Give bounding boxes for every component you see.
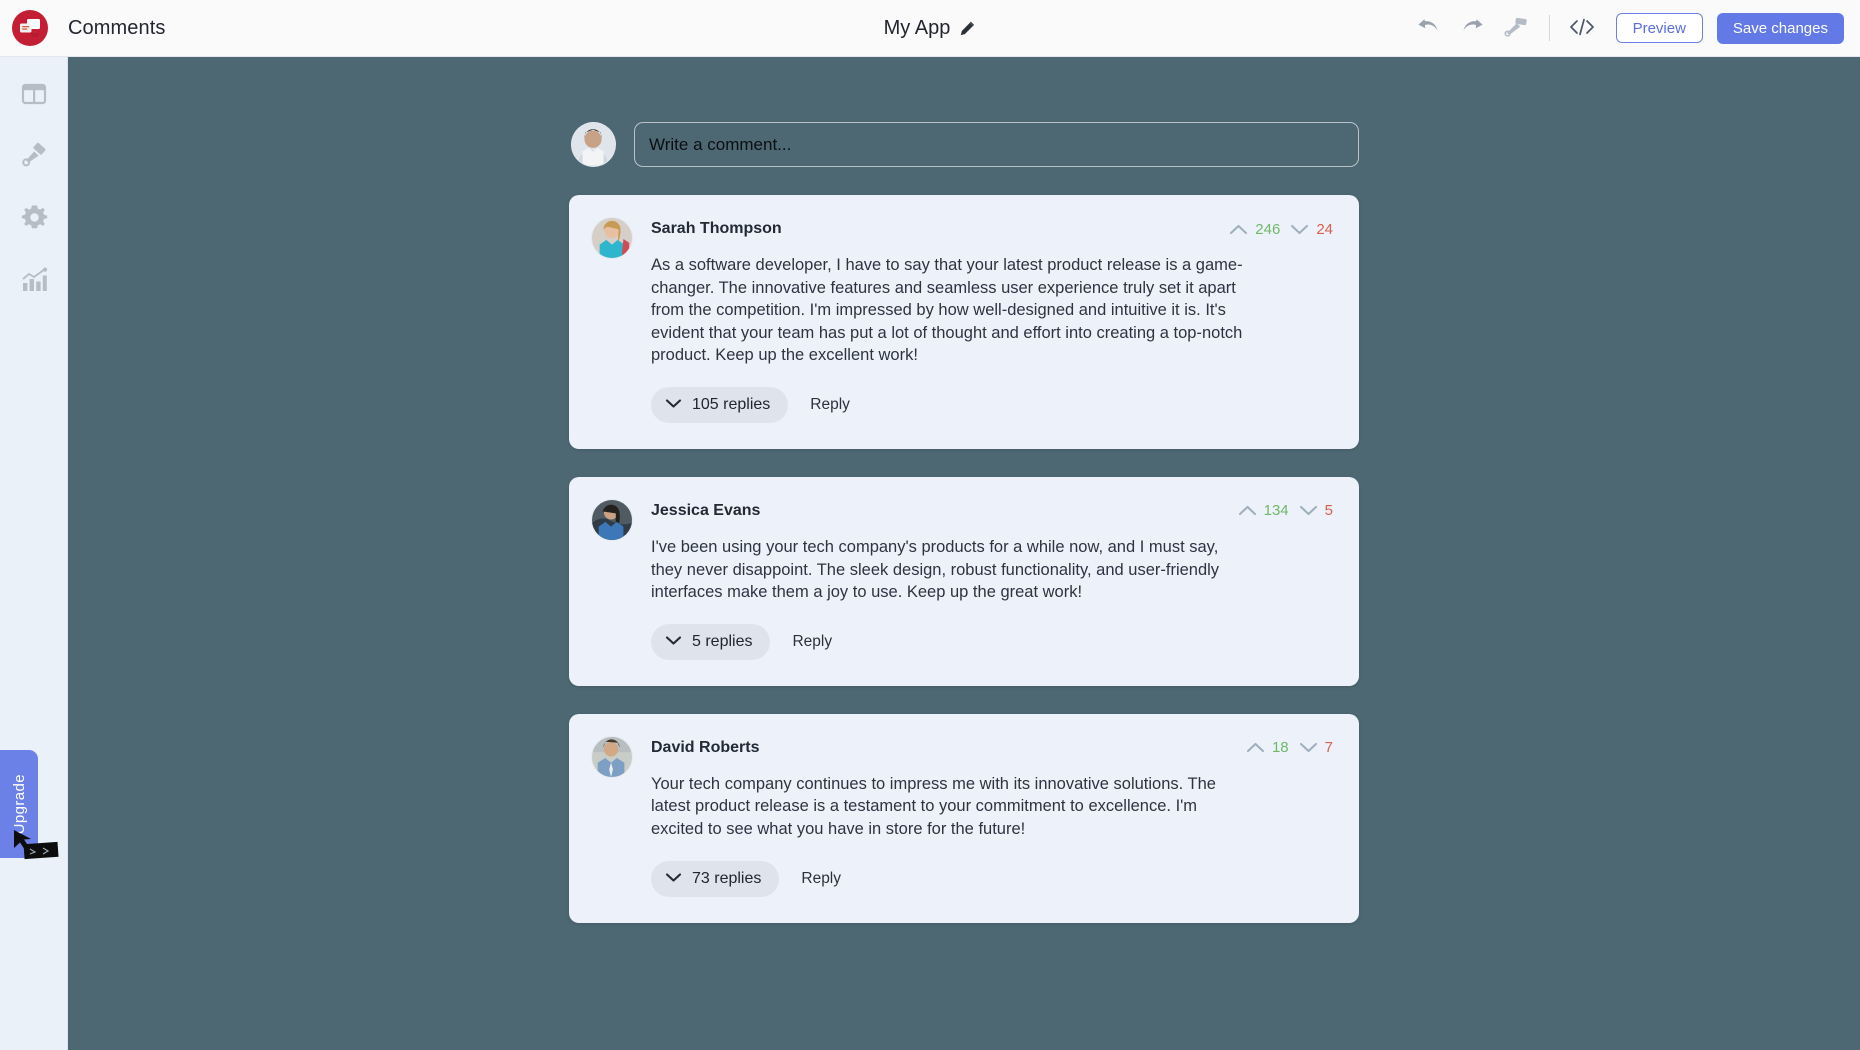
code-view-button[interactable] [1560, 8, 1604, 48]
replies-count-label: 73 replies [692, 869, 762, 887]
comment-text: I've been using your tech company's prod… [651, 537, 1220, 602]
downvote-count: 5 [1324, 502, 1333, 520]
upvote-count: 246 [1255, 220, 1281, 238]
undo-icon [1416, 16, 1441, 41]
downvote-count: 7 [1324, 739, 1333, 757]
comment-author: Sarah Thompson [651, 220, 782, 237]
comment-composer [571, 122, 1359, 167]
chevron-down-icon [1299, 504, 1318, 517]
gear-icon [21, 204, 48, 236]
upvote-control[interactable]: 246 [1229, 221, 1280, 238]
comment-card: Sarah Thompson 246 24 As a software deve… [569, 195, 1359, 449]
cursor-pointer-icon [10, 828, 70, 868]
layout-grid-icon [21, 81, 47, 112]
vote-controls: 134 5 [1238, 502, 1333, 519]
comment-actions: 105 replies Reply [651, 386, 1333, 423]
downvote-control[interactable]: 7 [1299, 739, 1333, 756]
upvote-control[interactable]: 18 [1246, 739, 1289, 756]
sidebar-item-design[interactable] [0, 127, 68, 189]
redo-icon [1460, 16, 1485, 41]
show-replies-button[interactable]: 5 replies [651, 623, 771, 660]
upgrade-label: Upgrade [10, 773, 28, 835]
reply-button[interactable]: Reply [792, 633, 832, 651]
vote-controls: 18 7 [1246, 739, 1333, 756]
app-name: My App [883, 17, 951, 39]
toolbar-divider [1548, 15, 1550, 41]
upvote-count: 18 [1271, 739, 1289, 757]
comment-actions: 5 replies Reply [651, 623, 1333, 660]
comment-text: Your tech company continues to impress m… [651, 774, 1216, 838]
comment-card: David Roberts 18 7 Your tech company con… [569, 713, 1359, 923]
replies-count-label: 5 replies [692, 632, 753, 650]
downvote-control[interactable]: 24 [1290, 221, 1333, 238]
chevron-up-icon [1238, 504, 1257, 517]
chevron-up-icon [1246, 741, 1265, 754]
page-title: Comments [68, 16, 166, 39]
paint-roller-button[interactable] [1495, 8, 1539, 48]
paint-roller-icon [1504, 16, 1529, 41]
bar-chart-icon [21, 267, 48, 298]
show-replies-button[interactable]: 105 replies [651, 386, 789, 423]
sidebar-item-analytics[interactable] [0, 251, 68, 313]
reply-button[interactable]: Reply [801, 870, 841, 888]
toolbar-actions: Preview Save changes [1407, 8, 1844, 48]
chevron-down-icon [665, 870, 682, 888]
top-bar: Comments My App Preview Save changes [0, 0, 1860, 57]
comment-author: Jessica Evans [651, 501, 761, 519]
undo-button[interactable] [1407, 8, 1451, 48]
avatar [591, 498, 633, 541]
avatar [591, 217, 633, 259]
preview-canvas: Sarah Thompson 246 [68, 57, 1860, 1050]
avatar [591, 735, 633, 778]
upvote-count: 134 [1263, 502, 1289, 520]
paintbrush-icon [20, 142, 48, 175]
avatar [571, 122, 616, 167]
reply-button[interactable]: Reply [810, 396, 850, 414]
chevron-up-icon [1229, 223, 1248, 236]
sidebar-item-layout[interactable] [0, 65, 68, 127]
comment-text: As a software developer, I have to say t… [651, 256, 1243, 365]
chevron-down-icon [1290, 223, 1309, 236]
comment-actions: 73 replies Reply [651, 860, 1333, 897]
vote-controls: 246 24 [1229, 221, 1333, 238]
preview-button[interactable]: Preview [1615, 13, 1703, 43]
redo-button[interactable] [1451, 8, 1495, 48]
left-sidebar: Upgrade [0, 57, 68, 1050]
sidebar-item-settings[interactable] [0, 189, 68, 251]
save-changes-button[interactable]: Save changes [1716, 12, 1844, 44]
comments-logo-icon[interactable] [12, 10, 48, 46]
replies-count-label: 105 replies [692, 395, 771, 413]
downvote-count: 24 [1316, 220, 1333, 238]
comment-input[interactable] [634, 122, 1359, 167]
show-replies-button[interactable]: 73 replies [651, 860, 780, 897]
comments-feed: Sarah Thompson 246 [569, 57, 1359, 923]
chevron-down-icon [665, 396, 682, 414]
upvote-control[interactable]: 134 [1238, 502, 1289, 519]
chevron-down-icon [665, 633, 682, 651]
chevron-down-icon [1299, 741, 1318, 754]
pencil-icon[interactable] [959, 20, 976, 37]
comment-author: David Roberts [651, 738, 760, 756]
downvote-control[interactable]: 5 [1299, 502, 1333, 519]
comment-card: Jessica Evans 134 5 I've been using your… [569, 476, 1359, 686]
code-brackets-icon [1568, 16, 1596, 41]
